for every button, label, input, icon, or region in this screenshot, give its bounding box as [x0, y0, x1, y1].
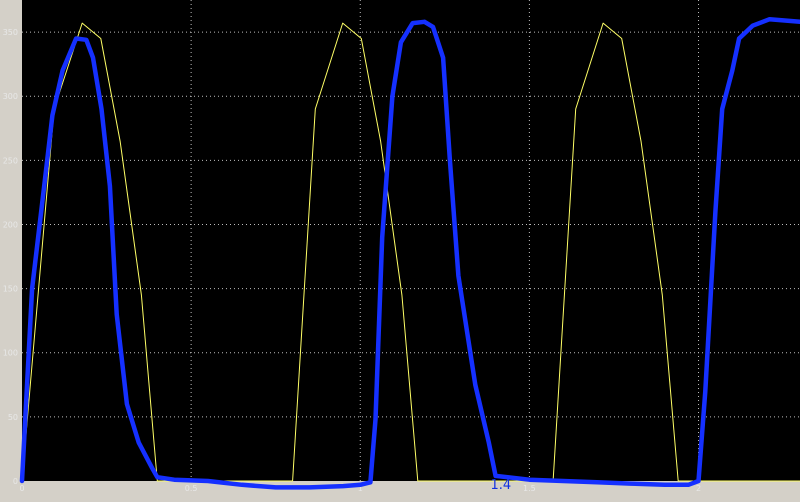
- x-tick-label: 2: [696, 484, 701, 493]
- y-tick-label: 150: [3, 285, 18, 294]
- y-tick-label: 350: [3, 28, 18, 37]
- scope-plot: 0501001502002503003500 0.5 1 1.5 2 1.4: [0, 0, 800, 502]
- x-tick-label: 1.5: [523, 484, 536, 493]
- x-tick-label: 0: [19, 484, 24, 493]
- y-tick-label: 250: [3, 156, 18, 165]
- y-tick-label: 0: [13, 477, 18, 486]
- axes-background: [22, 0, 800, 481]
- y-tick-label: 200: [3, 220, 18, 229]
- annotation-text: 1.4: [490, 478, 511, 493]
- y-tick-label: 100: [3, 349, 18, 358]
- y-tick-label: 300: [3, 92, 18, 101]
- y-tick-label: 50: [8, 413, 18, 422]
- x-tick-label: 0.5: [185, 484, 198, 493]
- annotations: 1.4: [490, 478, 511, 493]
